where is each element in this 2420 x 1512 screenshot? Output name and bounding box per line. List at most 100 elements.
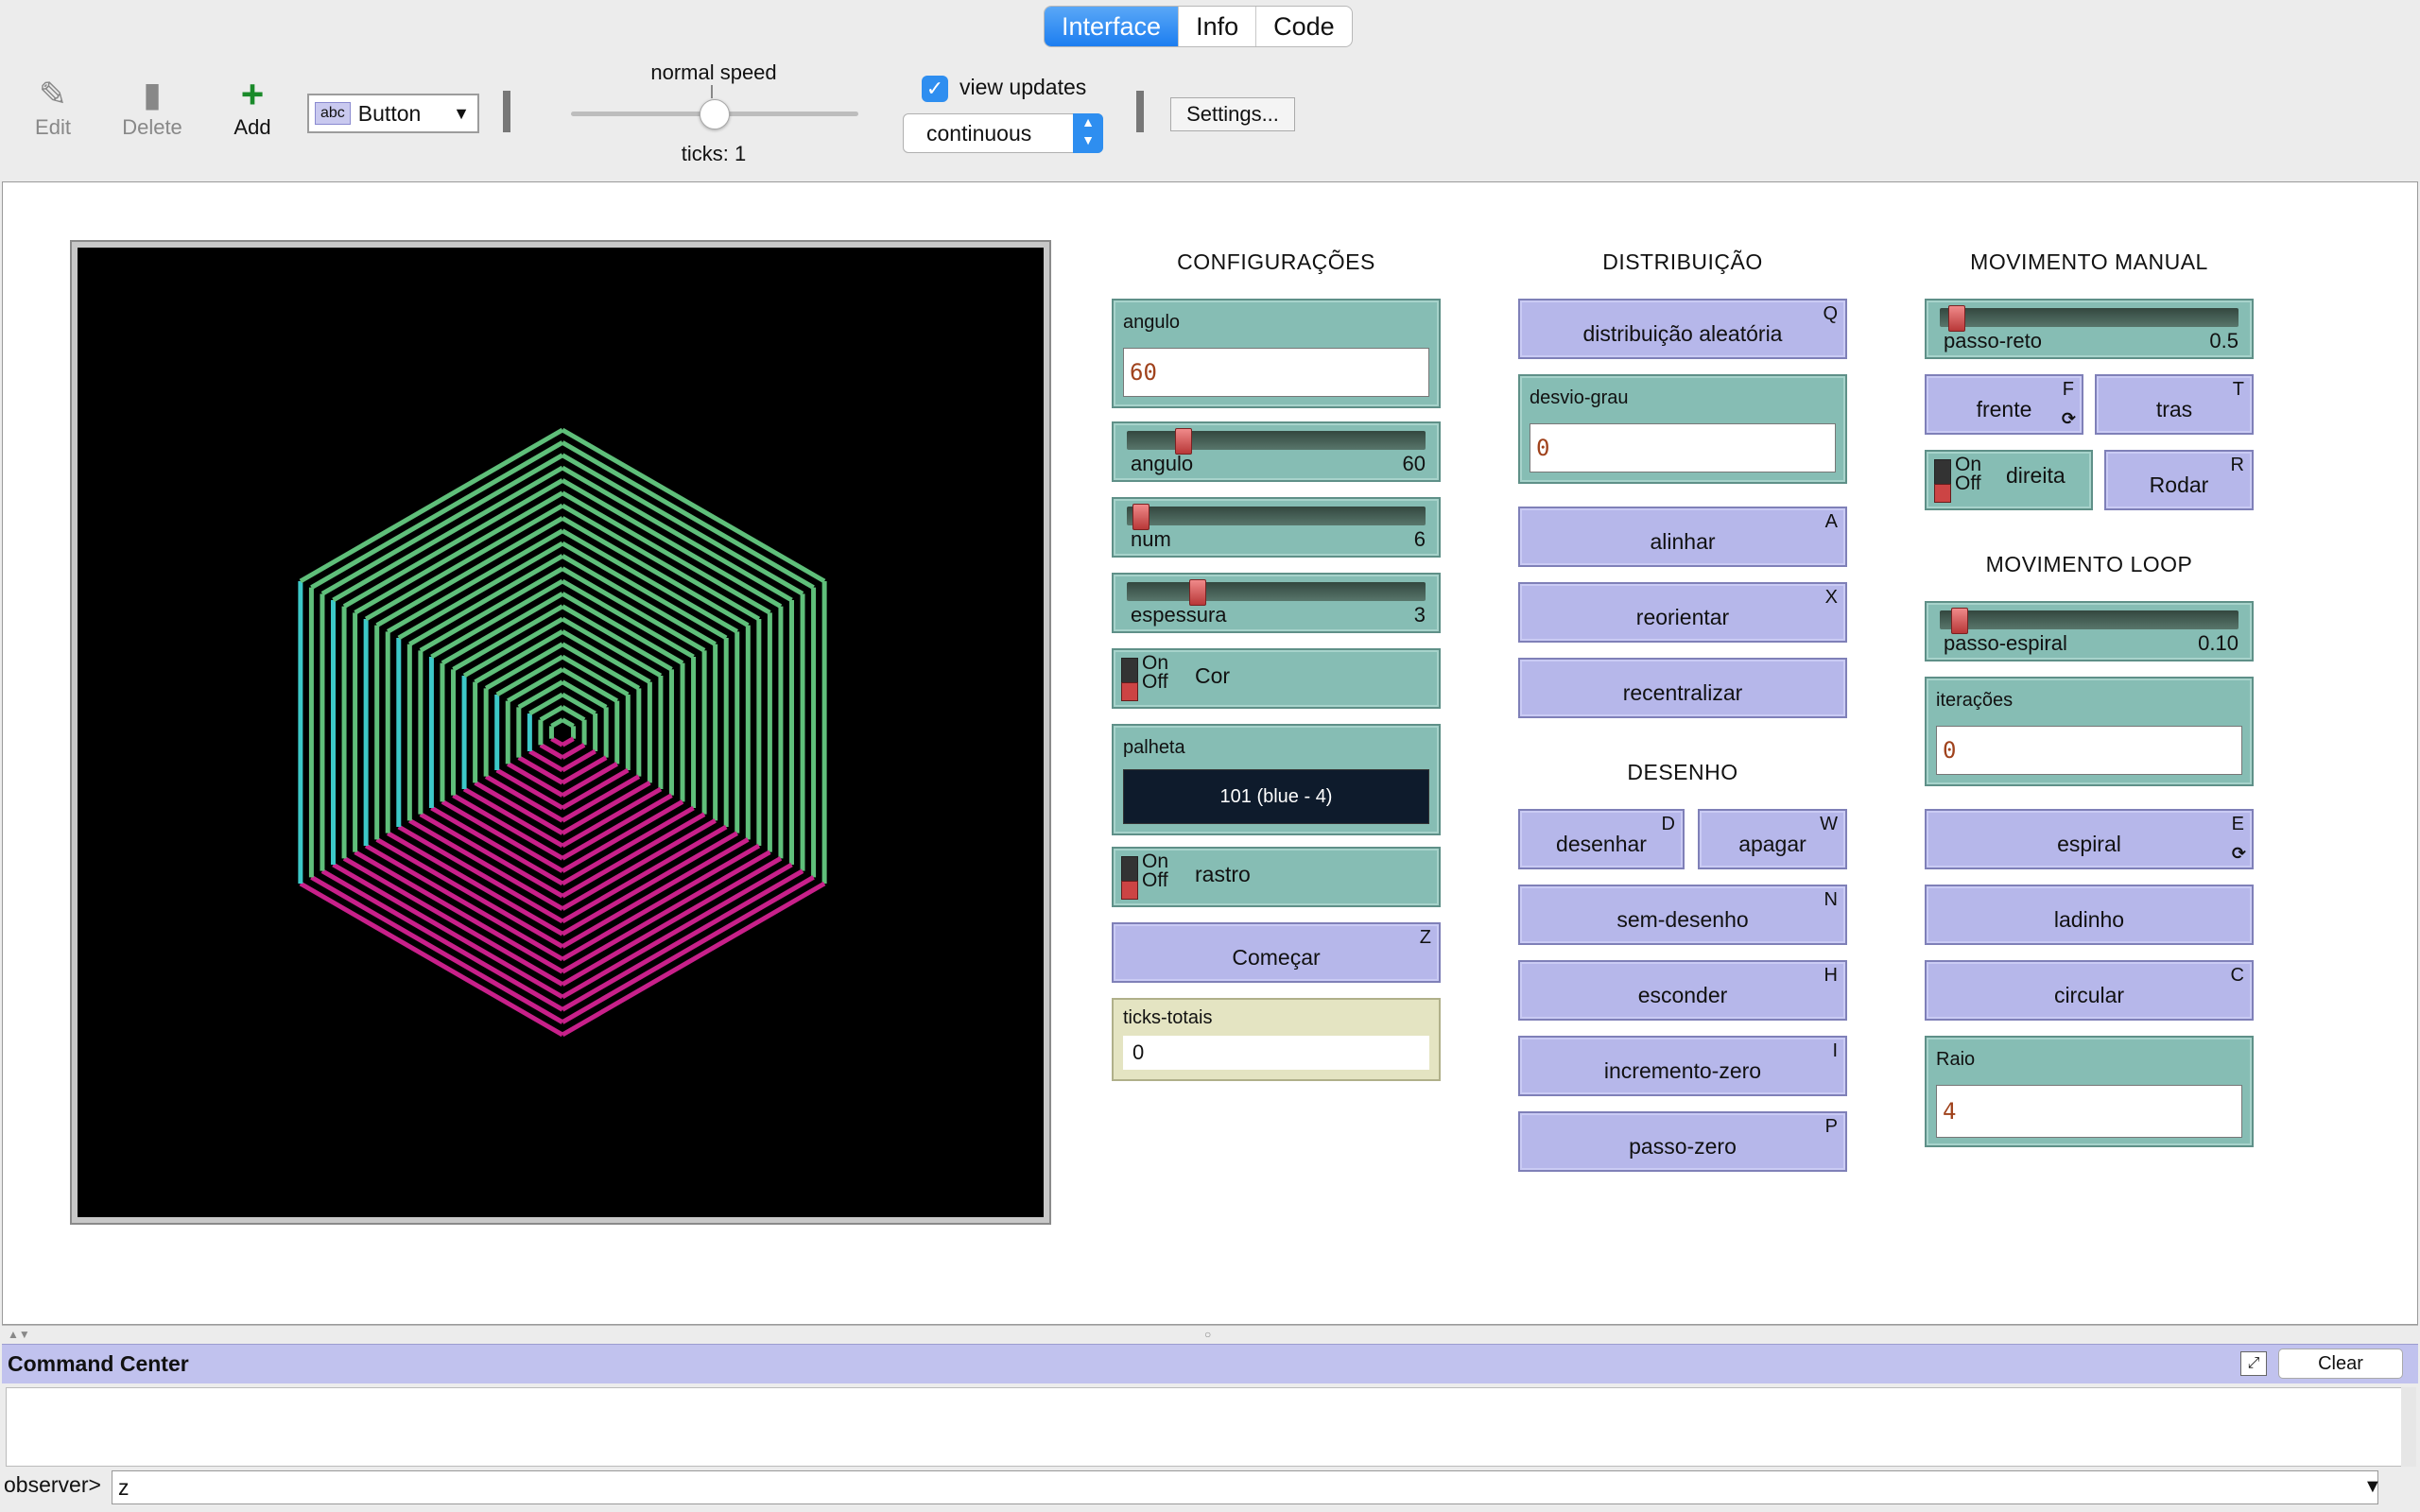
angulo-slider[interactable]: angulo 60 bbox=[1112, 421, 1441, 482]
forever-loop-icon: ⟳ bbox=[2231, 844, 2246, 863]
hexagon-ring-segment bbox=[561, 566, 706, 653]
splitter-handle-icon[interactable]: ○ bbox=[1204, 1328, 1211, 1341]
num-slider-label: num bbox=[1131, 527, 1171, 551]
palheta-chooser[interactable]: palheta 101 (blue - 4) bbox=[1112, 724, 1441, 835]
switch-toggle[interactable] bbox=[1121, 658, 1138, 701]
distribuicao-aleatoria-button[interactable]: distribuição aleatória Q bbox=[1518, 299, 1847, 359]
rodar-label: Rodar bbox=[2149, 472, 2209, 497]
hexagon-ring-segment bbox=[561, 604, 673, 672]
iteracoes-label: iterações bbox=[1936, 690, 2014, 711]
edit-button[interactable]: ✎ Edit bbox=[25, 74, 81, 140]
raio-field[interactable]: 4 bbox=[1936, 1085, 2242, 1138]
toolbar-separator bbox=[503, 91, 510, 132]
switch-on-off-label: On Off bbox=[1955, 454, 1982, 494]
reorientar-button[interactable]: reorientar X bbox=[1518, 582, 1847, 643]
forever-loop-icon: ⟳ bbox=[2061, 409, 2076, 428]
cor-switch-label: Cor bbox=[1195, 663, 1231, 688]
hexagon-ring-segment bbox=[452, 604, 564, 672]
slider-knob[interactable] bbox=[1175, 428, 1192, 455]
hexagon-ring-segment bbox=[561, 862, 793, 1000]
alinhar-button[interactable]: alinhar A bbox=[1518, 507, 1847, 567]
apagar-button[interactable]: apagar W bbox=[1698, 809, 1847, 869]
hexagon-ring-segment bbox=[561, 465, 793, 603]
tras-label: tras bbox=[2155, 397, 2193, 421]
hexagon-ring-segment bbox=[517, 755, 564, 785]
passo-reto-slider[interactable]: passo-reto 0.5 bbox=[1925, 299, 2254, 359]
panel-splitter[interactable]: ▲▼ ○ bbox=[2, 1325, 2418, 1344]
clear-button[interactable]: Clear bbox=[2278, 1349, 2403, 1379]
hexagon-ring-segment bbox=[354, 490, 564, 615]
hexagon-ring-segment bbox=[517, 679, 564, 710]
switch-toggle[interactable] bbox=[1934, 459, 1951, 503]
frente-button[interactable]: frente F ⟳ bbox=[1925, 374, 2083, 435]
ladinho-button[interactable]: ladinho bbox=[1925, 885, 2254, 945]
speed-slider-knob[interactable] bbox=[700, 99, 730, 129]
tab-code[interactable]: Code bbox=[1256, 7, 1352, 46]
tras-button[interactable]: tras T bbox=[2095, 374, 2254, 435]
angulo-slider-value: 60 bbox=[1402, 452, 1426, 475]
incremento-zero-button[interactable]: incremento-zero I bbox=[1518, 1036, 1847, 1096]
alinhar-key: A bbox=[1824, 511, 1838, 532]
slider-knob[interactable] bbox=[1948, 305, 1965, 332]
tab-info[interactable]: Info bbox=[1179, 7, 1257, 46]
edit-label: Edit bbox=[35, 115, 71, 139]
tab-interface[interactable]: Interface bbox=[1045, 7, 1180, 46]
passo-espiral-slider[interactable]: passo-espiral 0.10 bbox=[1925, 601, 2254, 662]
switch-toggle[interactable] bbox=[1121, 856, 1138, 900]
update-mode-select[interactable]: continuous ▲ ▼ bbox=[903, 113, 1103, 153]
comecar-button[interactable]: Começar Z bbox=[1112, 922, 1441, 983]
passo-zero-button[interactable]: passo-zero P bbox=[1518, 1111, 1847, 1172]
select-stepper-icon: ▲ ▼ bbox=[1073, 113, 1103, 153]
palheta-value[interactable]: 101 (blue - 4) bbox=[1123, 769, 1429, 824]
raio-input: Raio 4 bbox=[1925, 1036, 2254, 1147]
iteracoes-field[interactable]: 0 bbox=[1936, 726, 2242, 775]
passo-espiral-label: passo-espiral bbox=[1944, 631, 2067, 655]
ticks-totais-monitor: ticks-totais 0 bbox=[1112, 998, 1441, 1081]
sem-desenho-button[interactable]: sem-desenho N bbox=[1518, 885, 1847, 945]
slider-track bbox=[1127, 431, 1426, 450]
circular-button[interactable]: circular C bbox=[1925, 960, 2254, 1021]
espessura-slider[interactable]: espessura 3 bbox=[1112, 573, 1441, 633]
rodar-button[interactable]: Rodar R bbox=[2104, 450, 2254, 510]
desenhar-key: D bbox=[1661, 814, 1675, 834]
recentralizar-button[interactable]: recentralizar bbox=[1518, 658, 1847, 718]
slider-knob[interactable] bbox=[1951, 608, 1968, 634]
rastro-switch[interactable]: On Off rastro bbox=[1112, 847, 1441, 907]
hexagon-ring-segment bbox=[561, 541, 728, 641]
passo-espiral-value: 0.10 bbox=[2198, 631, 2238, 655]
sem-desenho-label: sem-desenho bbox=[1616, 907, 1749, 932]
widget-type-select[interactable]: abc Button ▼ bbox=[307, 94, 479, 133]
espiral-button[interactable]: espiral E ⟳ bbox=[1925, 809, 2254, 869]
observer-prompt[interactable]: observer> bbox=[4, 1472, 101, 1498]
slider-knob[interactable] bbox=[1132, 504, 1150, 530]
hexagon-ring-segment bbox=[561, 679, 608, 710]
slider-knob[interactable] bbox=[1189, 579, 1206, 606]
view-updates-checkbox[interactable]: ✓ bbox=[922, 76, 948, 102]
splitter-arrows-icon[interactable]: ▲▼ bbox=[8, 1328, 30, 1341]
command-center-header bbox=[2, 1344, 2418, 1383]
raio-label: Raio bbox=[1936, 1049, 1976, 1070]
circular-key: C bbox=[2230, 965, 2244, 986]
desenhar-button[interactable]: desenhar D bbox=[1518, 809, 1685, 869]
angulo-input-field[interactable]: 60 bbox=[1123, 348, 1429, 397]
history-dropdown-icon[interactable]: ▼ bbox=[2363, 1476, 2382, 1498]
delete-button[interactable]: ▮ Delete bbox=[113, 74, 191, 140]
desvio-grau-field[interactable]: 0 bbox=[1530, 423, 1836, 472]
num-slider[interactable]: num 6 bbox=[1112, 497, 1441, 558]
direita-switch[interactable]: On Off direita bbox=[1925, 450, 2093, 510]
ticks-counter: ticks: 1 bbox=[681, 142, 747, 165]
add-button[interactable]: + Add bbox=[223, 74, 282, 140]
rodar-key: R bbox=[2230, 455, 2244, 475]
add-label: Add bbox=[233, 115, 271, 139]
cor-switch[interactable]: On Off Cor bbox=[1112, 648, 1441, 709]
hexagon-ring-segment bbox=[419, 812, 564, 899]
toolbar-separator bbox=[1136, 91, 1144, 132]
hexagon-ring-segment bbox=[550, 717, 564, 729]
settings-button[interactable]: Settings... bbox=[1170, 97, 1295, 131]
expand-icon[interactable]: ⤢ bbox=[2240, 1351, 2267, 1376]
switch-on-off-label: On Off bbox=[1142, 652, 1169, 693]
world-view[interactable] bbox=[70, 240, 1051, 1225]
esconder-button[interactable]: esconder H bbox=[1518, 960, 1847, 1021]
command-input[interactable]: z bbox=[112, 1470, 2378, 1504]
command-output-scrollbar[interactable] bbox=[2401, 1387, 2416, 1467]
